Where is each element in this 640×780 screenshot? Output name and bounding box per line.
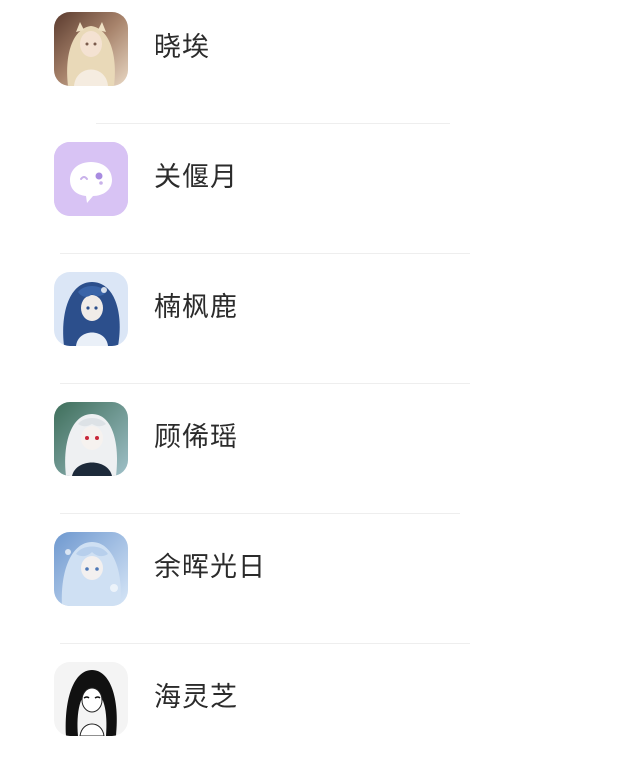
contact-name: 楠枫鹿 xyxy=(154,292,238,323)
contact-name: 关偃月 xyxy=(154,162,238,193)
avatar-blue-hair-girl-icon[interactable] xyxy=(54,272,128,346)
contact-name: 余晖光日 xyxy=(154,552,266,583)
contact-item[interactable]: 海灵芝 xyxy=(0,650,640,780)
contact-name: 顾俙瑶 xyxy=(154,422,238,453)
contact-item[interactable]: 楠枫鹿 xyxy=(0,260,640,390)
divider xyxy=(60,513,460,514)
avatar-white-hair-red-eyes-icon[interactable] xyxy=(54,402,128,476)
avatar-light-blue-girl-icon[interactable] xyxy=(54,532,128,606)
contact-item[interactable]: 关偃月 xyxy=(0,130,640,260)
contact-item[interactable]: 晓埃 xyxy=(0,0,640,130)
divider xyxy=(96,123,450,124)
avatar-blonde-girl-icon[interactable] xyxy=(54,12,128,86)
chat-bubble-icon[interactable] xyxy=(54,142,128,216)
contact-name: 晓埃 xyxy=(154,32,210,63)
divider xyxy=(60,383,470,384)
divider xyxy=(60,643,470,644)
divider xyxy=(60,253,470,254)
contact-item[interactable]: 余晖光日 xyxy=(0,520,640,650)
contact-name: 海灵芝 xyxy=(154,682,238,713)
avatar-black-hair-sketch-icon[interactable] xyxy=(54,662,128,736)
contact-list: 晓埃 关偃月 楠枫鹿 顾俙瑶 余晖光日 海灵芝 xyxy=(0,0,640,753)
contact-item[interactable]: 顾俙瑶 xyxy=(0,390,640,520)
